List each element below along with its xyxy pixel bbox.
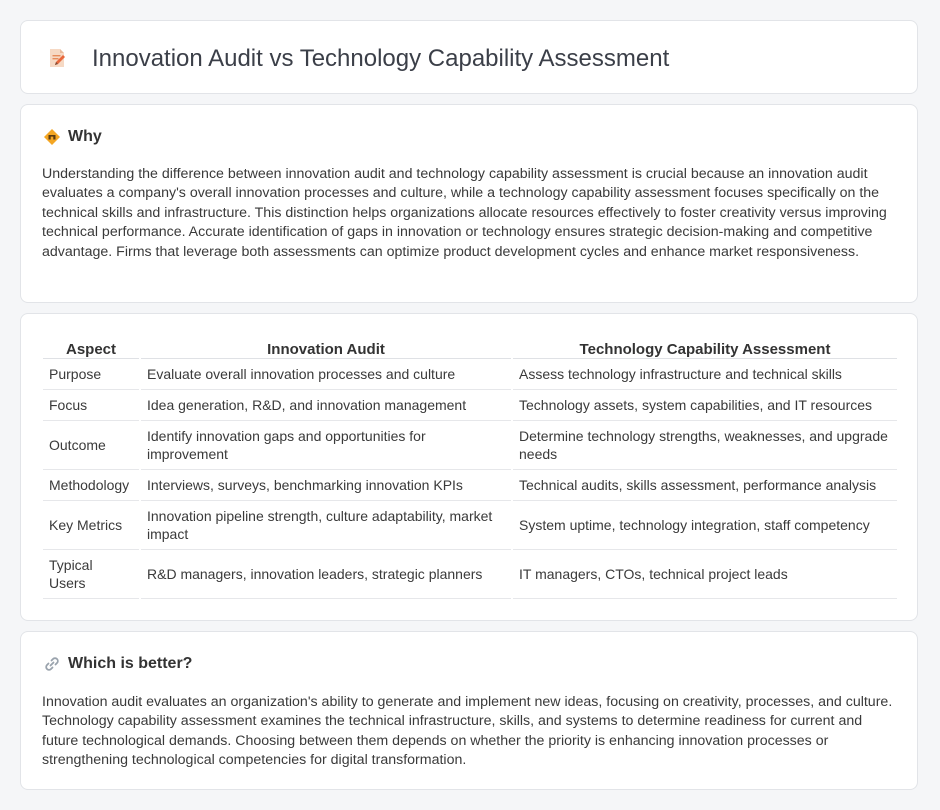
signpost-icon bbox=[43, 128, 61, 146]
technology-assessment-cell: IT managers, CTOs, technical project lea… bbox=[513, 550, 897, 599]
technology-assessment-cell: System uptime, technology integration, s… bbox=[513, 501, 897, 550]
comparison-section: Aspect Innovation Audit Technology Capab… bbox=[20, 313, 918, 621]
aspect-cell: Key Metrics bbox=[43, 501, 139, 550]
innovation-audit-cell: Interviews, surveys, benchmarking innova… bbox=[141, 470, 511, 501]
aspect-cell: Methodology bbox=[43, 470, 139, 501]
comparison-table: Aspect Innovation Audit Technology Capab… bbox=[41, 334, 899, 599]
column-header-innovation-audit: Innovation Audit bbox=[141, 334, 511, 359]
column-header-technology-capability-assessment: Technology Capability Assessment bbox=[513, 334, 897, 359]
document-pen-icon bbox=[45, 46, 69, 70]
table-row: Methodology Interviews, surveys, benchma… bbox=[43, 470, 897, 501]
table-header-row: Aspect Innovation Audit Technology Capab… bbox=[43, 334, 897, 359]
column-header-aspect: Aspect bbox=[43, 334, 139, 359]
technology-assessment-cell: Technology assets, system capabilities, … bbox=[513, 390, 897, 421]
innovation-audit-cell: Innovation pipeline strength, culture ad… bbox=[141, 501, 511, 550]
why-section: Why Understanding the difference between… bbox=[20, 104, 918, 303]
title-card: Innovation Audit vs Technology Capabilit… bbox=[20, 20, 918, 94]
aspect-cell: Typical Users bbox=[43, 550, 139, 599]
innovation-audit-cell: Identify innovation gaps and opportuniti… bbox=[141, 421, 511, 470]
table-row: Key Metrics Innovation pipeline strength… bbox=[43, 501, 897, 550]
better-header: Which is better? bbox=[43, 654, 192, 674]
better-text: Innovation audit evaluates an organizati… bbox=[42, 694, 893, 769]
aspect-cell: Focus bbox=[43, 390, 139, 421]
better-heading: Which is better? bbox=[68, 655, 193, 672]
innovation-audit-cell: Evaluate overall innovation processes an… bbox=[141, 359, 511, 390]
why-header: Why bbox=[43, 127, 102, 147]
table-row: Purpose Evaluate overall innovation proc… bbox=[43, 359, 897, 390]
aspect-cell: Outcome bbox=[43, 421, 139, 470]
aspect-cell: Purpose bbox=[43, 359, 139, 390]
page-title: Innovation Audit vs Technology Capabilit… bbox=[92, 45, 670, 72]
why-text: Understanding the difference between inn… bbox=[42, 166, 887, 260]
innovation-audit-cell: R&D managers, innovation leaders, strate… bbox=[141, 550, 511, 599]
technology-assessment-cell: Assess technology infrastructure and tec… bbox=[513, 359, 897, 390]
table-row: Outcome Identify innovation gaps and opp… bbox=[43, 421, 897, 470]
link-icon bbox=[43, 655, 61, 673]
technology-assessment-cell: Technical audits, skills assessment, per… bbox=[513, 470, 897, 501]
why-heading: Why bbox=[68, 128, 102, 145]
which-is-better-section: Which is better? Innovation audit evalua… bbox=[20, 631, 918, 790]
table-row: Focus Idea generation, R&D, and innovati… bbox=[43, 390, 897, 421]
technology-assessment-cell: Determine technology strengths, weakness… bbox=[513, 421, 897, 470]
innovation-audit-cell: Idea generation, R&D, and innovation man… bbox=[141, 390, 511, 421]
table-row: Typical Users R&D managers, innovation l… bbox=[43, 550, 897, 599]
